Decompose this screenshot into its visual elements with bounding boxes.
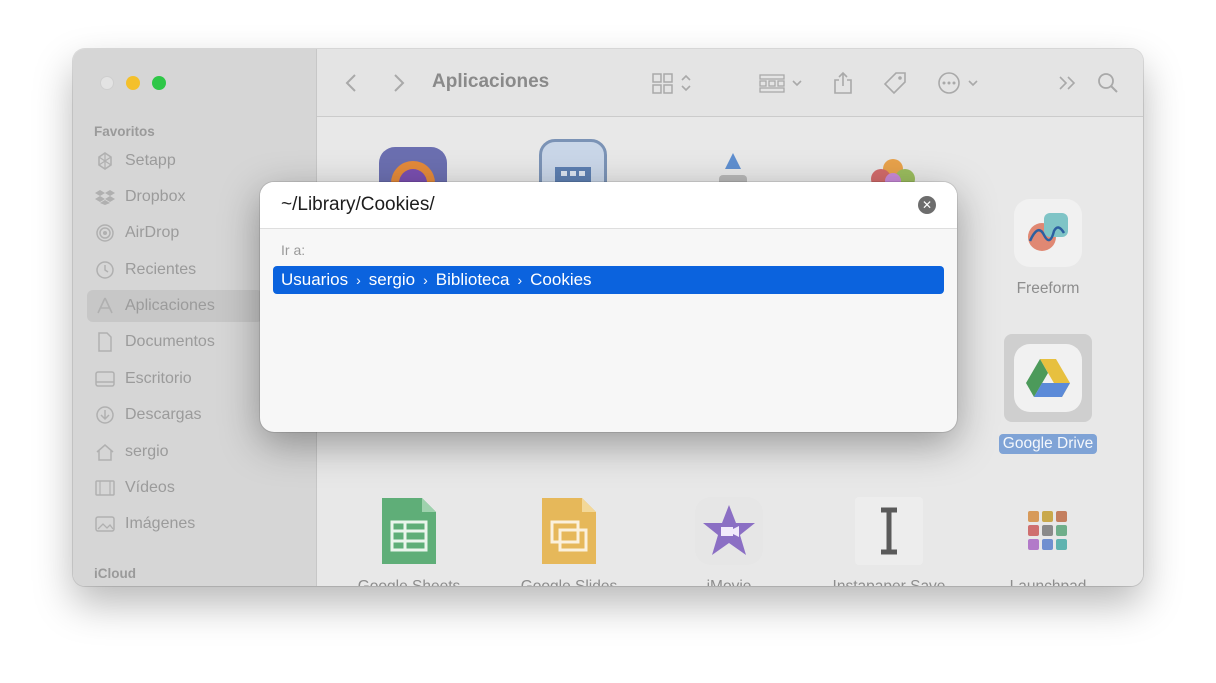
sidebar-item-label: Recientes	[125, 261, 197, 278]
actions-button[interactable]	[937, 71, 983, 95]
sidebar-item-setapp[interactable]: Setapp	[87, 145, 263, 177]
crumb-separator: ›	[517, 272, 523, 288]
sidebar-item-label: Vídeos	[125, 479, 175, 496]
sidebar-item-dropbox[interactable]: Dropbox	[87, 181, 263, 213]
tag-button[interactable]	[882, 71, 908, 95]
sidebar-item-imagenes[interactable]: Imágenes	[87, 508, 263, 540]
sidebar-item-aplicaciones[interactable]: Aplicaciones	[87, 290, 263, 322]
sidebar-item-descargas[interactable]: Descargas	[87, 399, 263, 431]
sidebar-item-label: Aplicaciones	[125, 297, 215, 314]
search-icon	[1098, 73, 1118, 93]
sidebar-item-escritorio[interactable]: Escritorio	[87, 363, 263, 395]
airdrop-icon	[95, 223, 115, 243]
minimize-button[interactable]	[126, 76, 140, 90]
sidebar-item-label: Escritorio	[125, 370, 192, 387]
zoom-button[interactable]	[152, 76, 166, 90]
app-item-instapaper-save[interactable]: Instapaper Save	[819, 497, 959, 586]
image-icon	[95, 514, 115, 534]
crumb-cookies: Cookies	[530, 270, 592, 289]
sidebar-item-label: sergio	[125, 443, 169, 460]
app-item-google-drive[interactable]: Google Drive	[978, 334, 1118, 454]
google-slides-app-icon	[535, 497, 603, 565]
path-field-row: ✕	[260, 182, 957, 229]
toolbar: Aplicaciones	[317, 49, 1143, 117]
sidebar-section-favorites: Favoritos	[94, 124, 155, 139]
app-item-launchpad[interactable]: Launchpad	[978, 497, 1118, 586]
sidebar-item-airdrop[interactable]: AirDrop	[87, 217, 263, 249]
go-to-folder-dialog: ✕ Ir a: Usuarios › sergio › Biblioteca ›…	[260, 182, 957, 432]
sidebar-item-label: Dropbox	[125, 188, 186, 205]
crumb-usuarios: Usuarios	[281, 270, 349, 289]
more-toolbar-button[interactable]	[1057, 71, 1077, 95]
sidebar-item-label: Imágenes	[125, 515, 196, 532]
forward-button[interactable]	[393, 71, 405, 95]
download-icon	[95, 405, 115, 425]
crumb-separator: ›	[423, 272, 428, 288]
chevron-right-icon	[394, 74, 405, 92]
sidebar-item-documentos[interactable]: Documentos	[87, 326, 263, 358]
crumb-sergio: sergio	[368, 270, 416, 289]
group-icon	[759, 74, 802, 93]
search-button[interactable]	[1097, 71, 1119, 95]
chevron-double-right-icon	[1059, 76, 1076, 90]
home-icon	[95, 442, 115, 462]
google-drive-app-icon	[1014, 344, 1082, 412]
app-item-imovie[interactable]: iMovie	[659, 497, 799, 586]
share-icon	[834, 71, 852, 94]
sidebar-section-icloud: iCloud	[94, 566, 136, 581]
share-button[interactable]	[833, 71, 853, 95]
close-icon: ✕	[921, 198, 933, 212]
app-item-freeform[interactable]: Freeform	[978, 199, 1118, 299]
app-item-google-slides[interactable]: Google Slides	[499, 497, 639, 586]
window-title: Aplicaciones	[432, 71, 550, 92]
launchpad-app-icon	[1014, 497, 1082, 565]
instapaper-app-icon	[855, 497, 923, 565]
window-controls	[100, 76, 166, 90]
sidebar-item-label: Setapp	[125, 152, 176, 169]
app-label: Google Drive	[998, 434, 1098, 454]
crumb-separator: ›	[356, 272, 361, 288]
apps-icon	[95, 296, 115, 316]
crumb-biblioteca: Biblioteca	[435, 270, 510, 289]
imovie-app-icon	[695, 497, 763, 565]
app-item-google-sheets[interactable]: Google Sheets	[339, 497, 479, 586]
clear-button[interactable]: ✕	[918, 196, 936, 214]
app-label: Instapaper Save	[829, 577, 950, 586]
setapp-icon	[95, 151, 115, 171]
dropbox-icon	[95, 187, 115, 207]
app-label: Google Sheets	[354, 577, 465, 586]
film-icon	[95, 478, 115, 498]
ellipsis-circle-icon	[938, 72, 978, 94]
tag-icon	[883, 72, 906, 95]
document-icon	[95, 332, 115, 352]
freeform-app-icon	[1014, 199, 1082, 267]
app-label: Launchpad	[1006, 577, 1091, 586]
go-to-label: Ir a:	[281, 242, 306, 258]
path-input[interactable]	[281, 194, 918, 216]
group-button[interactable]	[759, 71, 805, 95]
desktop-icon	[95, 369, 115, 389]
app-label: Google Slides	[517, 577, 622, 586]
sidebar-item-videos[interactable]: Vídeos	[87, 472, 263, 504]
sidebar-item-sergio[interactable]: sergio	[87, 436, 263, 468]
sidebar-item-label: Descargas	[125, 406, 202, 423]
back-button[interactable]	[345, 71, 357, 95]
chevron-left-icon	[345, 74, 356, 92]
google-sheets-app-icon	[375, 497, 443, 565]
selection-highlight	[1004, 334, 1092, 422]
sidebar-item-recientes[interactable]: Recientes	[87, 254, 263, 286]
view-mode-button[interactable]	[652, 71, 696, 95]
grid-view-icon	[652, 73, 691, 94]
app-label: iMovie	[703, 577, 756, 586]
path-suggestion-row[interactable]: Usuarios › sergio › Biblioteca › Cookies	[273, 266, 944, 294]
close-button[interactable]	[100, 76, 114, 90]
app-label: Freeform	[1016, 280, 1080, 297]
sidebar-item-label: Documentos	[125, 333, 215, 350]
sidebar-item-label: AirDrop	[125, 224, 180, 241]
clock-icon	[95, 260, 115, 280]
